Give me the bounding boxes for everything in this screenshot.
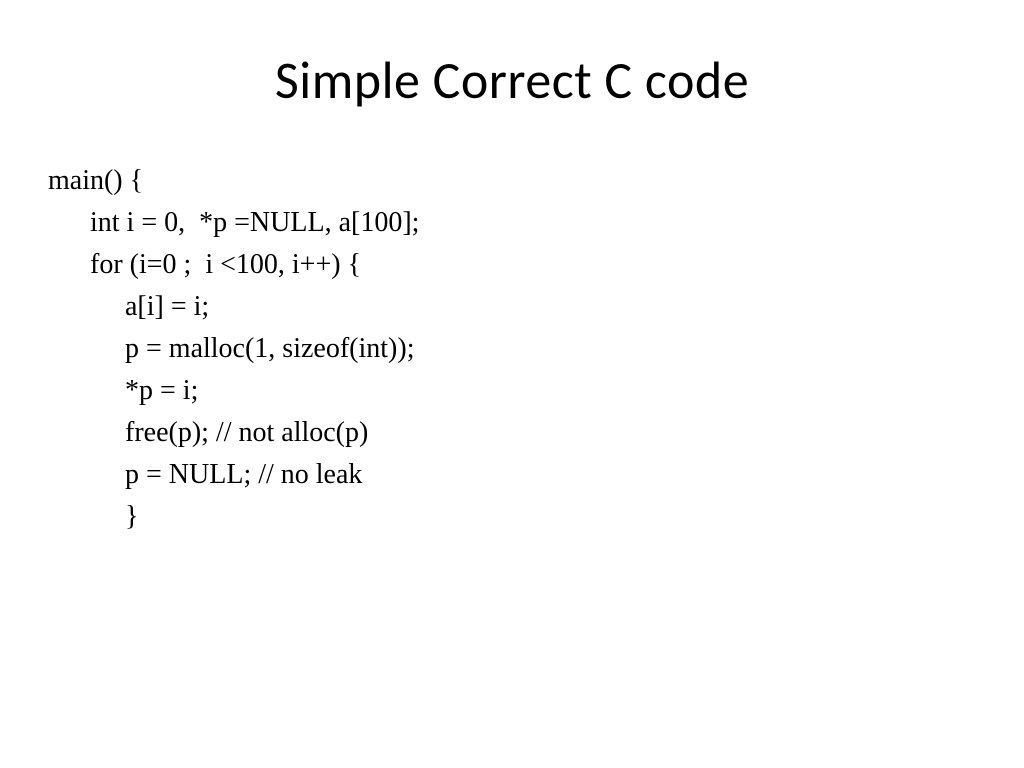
code-block: main() { int i = 0, *p =NULL, a[100]; fo… xyxy=(48,160,976,538)
slide: Simple Correct C code main() { int i = 0… xyxy=(0,0,1024,768)
slide-title: Simple Correct C code xyxy=(48,48,976,112)
